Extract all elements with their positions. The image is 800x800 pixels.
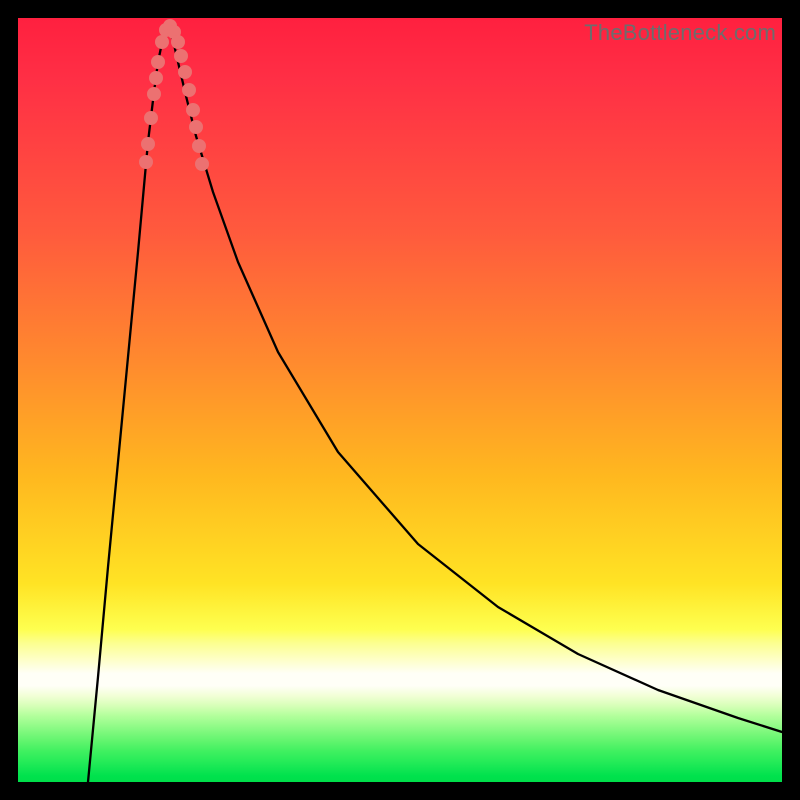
sample-dot: [171, 35, 185, 49]
sample-dot: [139, 155, 153, 169]
plot-area: TheBottleneck.com: [18, 18, 782, 782]
sample-dot: [174, 49, 188, 63]
sample-dot: [195, 157, 209, 171]
sample-dot: [155, 35, 169, 49]
sample-dot: [144, 111, 158, 125]
sample-dot: [182, 83, 196, 97]
curve-left: [88, 26, 168, 782]
sample-dot: [151, 55, 165, 69]
sample-dot: [147, 87, 161, 101]
chart-stage: TheBottleneck.com: [0, 0, 800, 800]
sample-dot: [178, 65, 192, 79]
sample-dot: [186, 103, 200, 117]
curve-right: [168, 26, 782, 732]
sample-dot: [189, 120, 203, 134]
sample-dot: [192, 139, 206, 153]
sample-dots: [139, 19, 209, 171]
curve-layer: [18, 18, 782, 782]
sample-dot: [141, 137, 155, 151]
sample-dot: [149, 71, 163, 85]
